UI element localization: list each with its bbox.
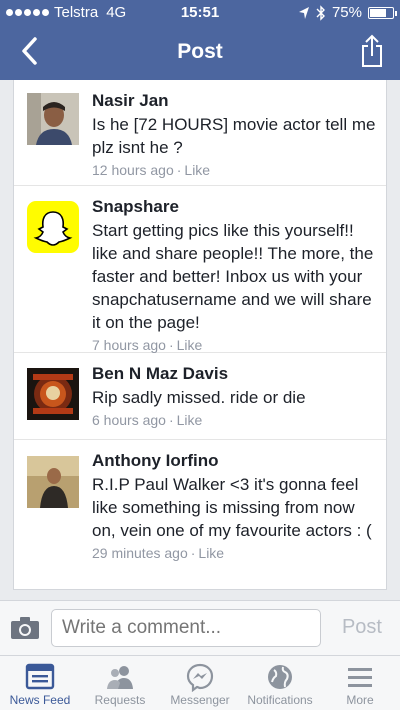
tab-label: Messenger xyxy=(170,693,230,707)
comment-meta: 12 hours ago · Like xyxy=(92,162,211,178)
comment-text: R.I.P Paul Walker <3 it's gonna feel lik… xyxy=(92,475,372,540)
comment-item: Ben N Maz Davis Rip sadly missed. ride o… xyxy=(14,353,386,440)
comment-text: Is he [72 HOURS] movie actor tell me plz… xyxy=(92,115,376,157)
tab-label: Requests xyxy=(94,693,146,707)
comment-meta: 7 hours ago · Like xyxy=(92,337,203,353)
tab-label: News Feed xyxy=(9,693,71,707)
comment-time: 7 hours ago xyxy=(92,337,166,353)
comment-meta: 6 hours ago · Like xyxy=(92,412,203,428)
messenger-icon xyxy=(186,663,214,692)
tab-notifications[interactable]: Notifications xyxy=(240,656,320,710)
bluetooth-icon xyxy=(316,4,325,21)
comment-composer: Post xyxy=(0,600,400,655)
comment-time: 29 minutes ago xyxy=(92,545,188,561)
avatar[interactable] xyxy=(27,368,79,420)
comment-text: Start getting pics like this yourself!! … xyxy=(92,221,374,332)
share-icon[interactable] xyxy=(360,34,384,68)
like-link[interactable]: Like xyxy=(198,545,224,561)
tab-messenger[interactable]: Messenger xyxy=(160,656,240,710)
comment-author[interactable]: Anthony Iorfino xyxy=(92,451,376,471)
tab-news-feed[interactable]: News Feed xyxy=(0,656,80,710)
comment-time: 6 hours ago xyxy=(92,412,166,428)
tab-bar: News Feed Requests Messenger Notificatio… xyxy=(0,655,400,710)
avatar[interactable] xyxy=(27,456,79,508)
status-right: 75% xyxy=(298,4,397,21)
top-bar: Telstra 4G 15:51 75% Post xyxy=(0,0,400,80)
tab-more[interactable]: More xyxy=(320,656,400,710)
like-link[interactable]: Like xyxy=(177,412,203,428)
comments-card: Nasir Jan Is he [72 HOURS] movie actor t… xyxy=(13,80,387,590)
avatar[interactable] xyxy=(27,93,79,145)
page-title: Post xyxy=(177,40,223,63)
comment-author[interactable]: Ben N Maz Davis xyxy=(92,364,376,384)
comment-author[interactable]: Snapshare xyxy=(92,197,376,217)
requests-icon xyxy=(107,666,133,689)
post-button[interactable]: Post xyxy=(342,616,382,639)
avatar[interactable] xyxy=(27,201,79,253)
notifications-icon xyxy=(268,665,292,689)
like-link[interactable]: Like xyxy=(177,337,203,353)
comment-item: Snapshare Start getting pics like this y… xyxy=(14,186,386,353)
more-icon xyxy=(348,668,372,687)
tab-label: Notifications xyxy=(247,693,313,707)
comment-text: Rip sadly missed. ride or die xyxy=(92,388,306,407)
location-arrow-icon xyxy=(298,6,309,19)
battery-percent: 75% xyxy=(331,4,362,21)
like-link[interactable]: Like xyxy=(184,162,210,178)
news-feed-icon xyxy=(25,663,55,690)
tab-label: More xyxy=(346,693,374,707)
battery-icon xyxy=(368,6,397,19)
tab-requests[interactable]: Requests xyxy=(80,656,160,710)
comment-item: Nasir Jan Is he [72 HOURS] movie actor t… xyxy=(14,80,386,186)
camera-icon[interactable] xyxy=(10,616,40,640)
comment-time: 12 hours ago xyxy=(92,162,174,178)
status-bar: Telstra 4G 15:51 75% xyxy=(0,0,400,24)
comment-author[interactable]: Nasir Jan xyxy=(92,91,376,111)
nav-bar: Post xyxy=(0,24,400,80)
comment-meta: 29 minutes ago · Like xyxy=(92,545,225,561)
comment-input[interactable] xyxy=(51,609,321,647)
comment-item: Anthony Iorfino R.I.P Paul Walker <3 it'… xyxy=(14,440,386,589)
